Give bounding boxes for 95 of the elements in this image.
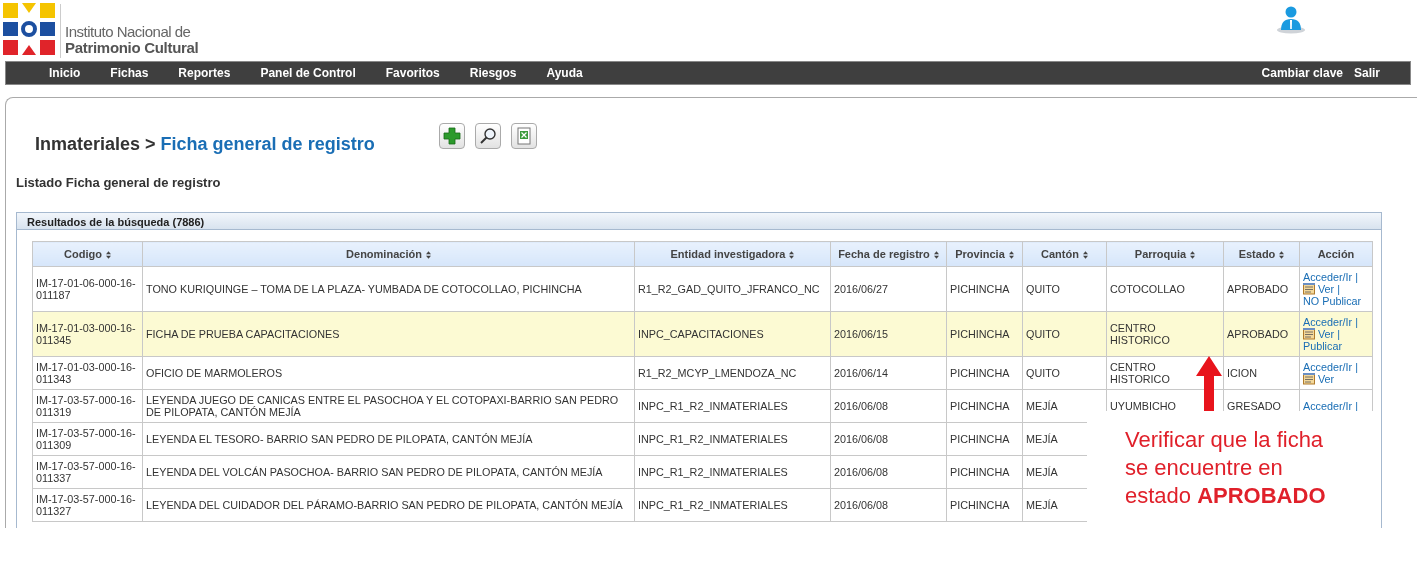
nav-link[interactable]: Favoritos	[370, 66, 455, 80]
table-cell: 2016/06/08	[830, 455, 947, 489]
sort-icon	[1008, 251, 1014, 259]
table-cell: IM-17-03-57-000-16-011319	[32, 389, 143, 423]
table-cell: LEYENDA JUEGO DE CANICAS ENTRE EL PASOCHOA Y EL COTOPAXI-BARRIO SAN PEDRO DE PILOPATA, CANTÓN MEJÍA	[142, 389, 635, 423]
table-cell: QUITO	[1022, 266, 1107, 312]
table-cell: PICHINCHA	[946, 311, 1023, 357]
table-cell: R1_R2_GAD_QUITO_JFRANCO_NC	[634, 266, 831, 312]
sort-icon	[425, 251, 431, 259]
action-link[interactable]: NO Publicar	[1303, 295, 1369, 307]
page-title: Inmateriales > Ficha general de registro	[35, 134, 375, 155]
sort-icon	[933, 251, 939, 259]
table-cell: 2016/06/08	[830, 422, 947, 456]
table-cell: 2016/06/08	[830, 488, 947, 522]
logo-icon	[3, 3, 55, 55]
nav-link[interactable]: Salir	[1343, 66, 1380, 80]
sort-icon	[105, 251, 111, 259]
results-header: Resultados de la búsqueda (7886)	[17, 213, 1381, 230]
arrow-icon	[1196, 356, 1222, 412]
table-cell: INPC_R1_R2_INMATERIALES	[634, 389, 831, 423]
table-cell: FICHA DE PRUEBA CAPACITACIONES	[142, 311, 635, 357]
table-cell: IM-17-01-06-000-16-011187	[32, 266, 143, 312]
search-button[interactable]	[474, 123, 501, 149]
sort-icon	[1190, 251, 1196, 259]
action-link[interactable]: Publicar	[1303, 340, 1369, 352]
table-cell: CENTRO HISTORICO	[1106, 311, 1224, 357]
table-cell: INPC_CAPACITACIONES	[634, 311, 831, 357]
column-header[interactable]: Estado	[1223, 241, 1300, 267]
search-icon	[478, 127, 497, 145]
nav-link[interactable]: Cambiar clave	[1250, 66, 1343, 80]
annotation-text: Verificar que la ficha se encuentre en estado APROBADO	[1125, 426, 1326, 510]
table-cell: IM-17-01-03-000-16-011343	[32, 356, 143, 390]
action-link[interactable]: Ver	[1303, 373, 1369, 385]
table-cell: LEYENDA EL TESORO- BARRIO SAN PEDRO DE PILOPATA, CANTÓN MEJÍA	[142, 422, 635, 456]
table-cell: COTOCOLLAO	[1106, 266, 1224, 312]
document-icon	[1303, 328, 1316, 340]
table-cell: IM-17-03-57-000-16-011309	[32, 422, 143, 456]
spreadsheet-icon	[514, 127, 533, 145]
table-cell: 2016/06/14	[830, 356, 947, 390]
column-header[interactable]: Parroquia	[1106, 241, 1224, 267]
table-cell: PICHINCHA	[946, 488, 1023, 522]
table-cell: APROBADO	[1223, 311, 1300, 357]
table-cell: 2016/06/08	[830, 389, 947, 423]
table-cell: LEYENDA DEL VOLCÁN PASOCHOA- BARRIO SAN PEDRO DE PILOPATA, CANTÓN MEJÍA	[142, 455, 635, 489]
action-link[interactable]: Acceder/Ir |	[1303, 316, 1369, 328]
sort-icon	[789, 251, 795, 259]
section-heading: Listado Ficha general de registro	[16, 175, 222, 190]
table-cell: LEYENDA DEL CUIDADOR DEL PÁRAMO-BARRIO SAN PEDRO DE PILOPATA, CANTÓN MEJÍA	[142, 488, 635, 522]
logo-text: Instituto Nacional de	[65, 24, 192, 40]
table-cell: PICHINCHA	[946, 389, 1023, 423]
action-link[interactable]: Acceder/Ir |	[1303, 361, 1369, 373]
table-cell: APROBADO	[1223, 266, 1300, 312]
action-link[interactable]: Ver |	[1303, 283, 1369, 295]
column-header[interactable]: Entidad investigadora	[634, 241, 831, 267]
export-button[interactable]	[510, 123, 537, 149]
table-cell: QUITO	[1022, 311, 1107, 357]
nav-link[interactable]: Fichas	[95, 66, 164, 80]
table-cell: R1_R2_MCYP_LMENDOZA_NC	[634, 356, 831, 390]
column-header[interactable]: Fecha de registro	[830, 241, 947, 267]
add-button[interactable]	[438, 123, 465, 149]
user-icon[interactable]	[1276, 5, 1306, 34]
plus-icon	[442, 127, 461, 145]
table-cell: TONO KURIQUINGE – TOMA DE LA PLAZA- YUMBADA DE COTOCOLLAO, PICHINCHA	[142, 266, 635, 312]
column-header[interactable]: Cantón	[1022, 241, 1107, 267]
action-link[interactable]: Ver |	[1303, 328, 1369, 340]
table-cell: INPC_R1_R2_INMATERIALES	[634, 488, 831, 522]
column-header[interactable]: Denominación	[142, 241, 635, 267]
nav-link[interactable]: Inicio	[34, 66, 96, 80]
sort-icon	[1279, 251, 1285, 259]
nav-link[interactable]: Panel de Control	[245, 66, 371, 80]
table-cell: OFICIO DE MARMOLEROS	[142, 356, 635, 390]
table-cell: PICHINCHA	[946, 455, 1023, 489]
document-icon	[1303, 373, 1316, 385]
nav-link[interactable]: Riesgos	[454, 66, 532, 80]
table-cell: INPC_R1_R2_INMATERIALES	[634, 455, 831, 489]
table-cell: PICHINCHA	[946, 422, 1023, 456]
nav-link[interactable]: Reportes	[163, 66, 246, 80]
table-cell: 2016/06/27	[830, 266, 947, 312]
table-cell: 2016/06/15	[830, 311, 947, 357]
sort-icon	[1082, 251, 1088, 259]
table-cell: INPC_R1_R2_INMATERIALES	[634, 422, 831, 456]
table-cell: QUITO	[1022, 356, 1107, 390]
column-header[interactable]: Provincia	[946, 241, 1023, 267]
logo-text: Patrimonio Cultural	[65, 40, 199, 56]
table-cell: IM-17-01-03-000-16-011345	[32, 311, 143, 357]
action-link[interactable]: Acceder/Ir |	[1303, 271, 1369, 283]
table-cell: IM-17-03-57-000-16-011337	[32, 455, 143, 489]
column-header[interactable]: Codigo	[32, 241, 143, 267]
table-cell: ICION	[1223, 356, 1300, 390]
document-icon	[1303, 283, 1316, 295]
nav-link[interactable]: Ayuda	[531, 66, 598, 80]
table-cell: PICHINCHA	[946, 266, 1023, 312]
column-header: Acción	[1299, 241, 1373, 267]
table-cell: IM-17-03-57-000-16-011327	[32, 488, 143, 522]
table-cell: PICHINCHA	[946, 356, 1023, 390]
